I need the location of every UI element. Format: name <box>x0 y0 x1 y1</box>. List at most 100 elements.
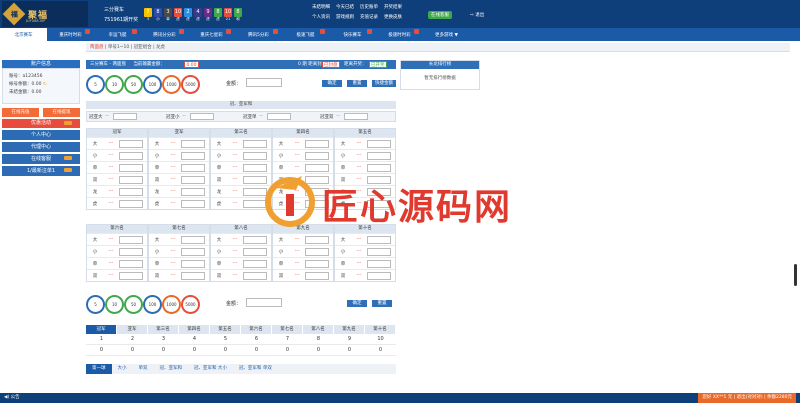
chip-50[interactable]: 50 <box>126 77 141 92</box>
crumb-3[interactable]: 龙虎 <box>156 45 165 50</box>
bet-input[interactable] <box>305 235 329 244</box>
chip-5000[interactable]: 5000 <box>183 297 198 312</box>
service-button[interactable]: 在线客服 <box>428 11 452 19</box>
top-nav-link[interactable]: 今天已结 <box>336 4 354 10</box>
bet-input[interactable] <box>119 271 143 280</box>
sidebar-menu-item[interactable]: 代理中心 <box>2 142 80 152</box>
top-nav-link[interactable]: 开奖结果 <box>384 4 402 10</box>
top-nav-link[interactable]: 充值记录 <box>360 14 378 20</box>
bet-input[interactable] <box>305 271 329 280</box>
bet-input[interactable] <box>367 235 391 244</box>
quick-amount-button[interactable]: 快捷金额 <box>372 80 396 87</box>
game-tab[interactable]: 极速时时彩 <box>376 28 423 41</box>
chip-100[interactable]: 100 <box>145 77 160 92</box>
top-nav-link[interactable]: 历史账单 <box>360 4 378 10</box>
bet-input[interactable] <box>181 151 205 160</box>
top-nav-link[interactable]: 更换皮肤 <box>384 14 402 20</box>
game-tab[interactable]: 腾讯分分彩 <box>141 28 188 41</box>
bet-input[interactable] <box>305 259 329 268</box>
result-tab[interactable]: 单双 <box>133 364 154 374</box>
bet-input[interactable] <box>243 259 267 268</box>
bet-input[interactable] <box>119 175 143 184</box>
chip-100[interactable]: 100 <box>145 297 160 312</box>
sum-bet-input[interactable] <box>343 113 368 120</box>
promo-menu[interactable]: 优惠活动 <box>2 119 80 128</box>
withdraw-button[interactable]: 在线提现 <box>43 108 80 117</box>
bet-input[interactable] <box>367 151 391 160</box>
scrollbar[interactable] <box>794 264 797 286</box>
bet-input[interactable] <box>181 271 205 280</box>
bet-input[interactable] <box>243 151 267 160</box>
result-col-tab[interactable]: 第十名 <box>365 325 396 334</box>
top-nav-link[interactable]: 个人资讯 <box>312 14 330 20</box>
chip-5[interactable]: 5 <box>88 77 103 92</box>
bet-input[interactable] <box>181 139 205 148</box>
sum-bet-input[interactable] <box>112 113 137 120</box>
bet-input[interactable] <box>119 139 143 148</box>
bet-input[interactable] <box>367 259 391 268</box>
result-col-tab[interactable]: 第八名 <box>303 325 334 334</box>
crumb-1[interactable]: 单号1~10 <box>108 45 129 50</box>
result-col-tab[interactable]: 亚军 <box>117 325 148 334</box>
game-tab[interactable]: 重庆七星彩 <box>188 28 235 41</box>
bet-input[interactable] <box>243 247 267 256</box>
bet-input[interactable] <box>305 247 329 256</box>
chip-5000[interactable]: 5000 <box>183 77 198 92</box>
chip-50[interactable]: 50 <box>126 297 141 312</box>
sidebar-menu-item[interactable]: 在线客服 <box>2 154 80 164</box>
amount-input-bottom[interactable] <box>246 298 282 307</box>
bet-input[interactable] <box>243 235 267 244</box>
result-col-tab[interactable]: 第七名 <box>272 325 303 334</box>
result-col-tab[interactable]: 第三名 <box>148 325 179 334</box>
reset-button-bottom[interactable]: 重置 <box>372 300 392 307</box>
amount-input[interactable] <box>246 78 282 87</box>
result-col-tab[interactable]: 第九名 <box>334 325 365 334</box>
result-tab[interactable]: 第一球 <box>86 364 112 374</box>
bet-input[interactable] <box>367 247 391 256</box>
game-tab[interactable]: 重庆时时彩 <box>47 28 94 41</box>
bet-input[interactable] <box>305 151 329 160</box>
bet-input[interactable] <box>181 187 205 196</box>
brand-logo[interactable]: 福 聚福 JUFU88.VIP <box>2 1 88 27</box>
result-col-tab[interactable]: 第四名 <box>179 325 210 334</box>
bet-input[interactable] <box>367 271 391 280</box>
bet-input[interactable] <box>181 199 205 208</box>
deposit-button[interactable]: 在线充值 <box>2 108 39 117</box>
chip-1000[interactable]: 1000 <box>164 297 179 312</box>
bet-input[interactable] <box>119 235 143 244</box>
crumb-home[interactable]: 两面盘 <box>90 45 104 50</box>
bet-input[interactable] <box>119 163 143 172</box>
result-col-tab[interactable]: 第六名 <box>241 325 272 334</box>
bet-input[interactable] <box>119 259 143 268</box>
confirm-button[interactable]: 确定 <box>322 80 342 87</box>
refresh-icon[interactable]: ↻ <box>43 82 47 87</box>
top-nav-link[interactable]: 未结明细 <box>312 4 330 10</box>
game-tab[interactable]: 更多游戏 ▼ <box>423 28 470 41</box>
sum-bet-input[interactable] <box>189 113 214 120</box>
game-tab[interactable]: 极速飞艇 <box>282 28 329 41</box>
bet-input[interactable] <box>181 235 205 244</box>
sidebar-menu-item[interactable]: 个人中心 <box>2 130 80 140</box>
bet-input[interactable] <box>181 175 205 184</box>
sum-bet-input[interactable] <box>266 113 291 120</box>
bet-input[interactable] <box>119 151 143 160</box>
bet-input[interactable] <box>119 187 143 196</box>
result-tab[interactable]: 冠、亚军和 大小 <box>188 364 233 374</box>
top-nav-link[interactable]: 游戏规则 <box>336 14 354 20</box>
chip-10[interactable]: 10 <box>107 297 122 312</box>
result-col-tab[interactable]: 第五名 <box>210 325 241 334</box>
chip-5[interactable]: 5 <box>88 297 103 312</box>
notice[interactable]: ◀) 公告 <box>4 393 20 403</box>
bet-input[interactable] <box>181 163 205 172</box>
bet-input[interactable] <box>119 199 143 208</box>
reset-button[interactable]: 重置 <box>347 80 367 87</box>
bet-input[interactable] <box>243 271 267 280</box>
bet-input[interactable] <box>367 139 391 148</box>
result-tab[interactable]: 冠、亚军和 单双 <box>233 364 278 374</box>
game-tab[interactable]: 腾讯5分彩 <box>235 28 282 41</box>
sidebar-menu-item[interactable]: 1/最新注单1 <box>2 166 80 176</box>
game-tab[interactable]: 幸运飞艇 <box>94 28 141 41</box>
result-tab[interactable]: 冠、亚军和 <box>154 364 189 374</box>
bet-input[interactable] <box>243 139 267 148</box>
result-tab[interactable]: 大小 <box>112 364 133 374</box>
